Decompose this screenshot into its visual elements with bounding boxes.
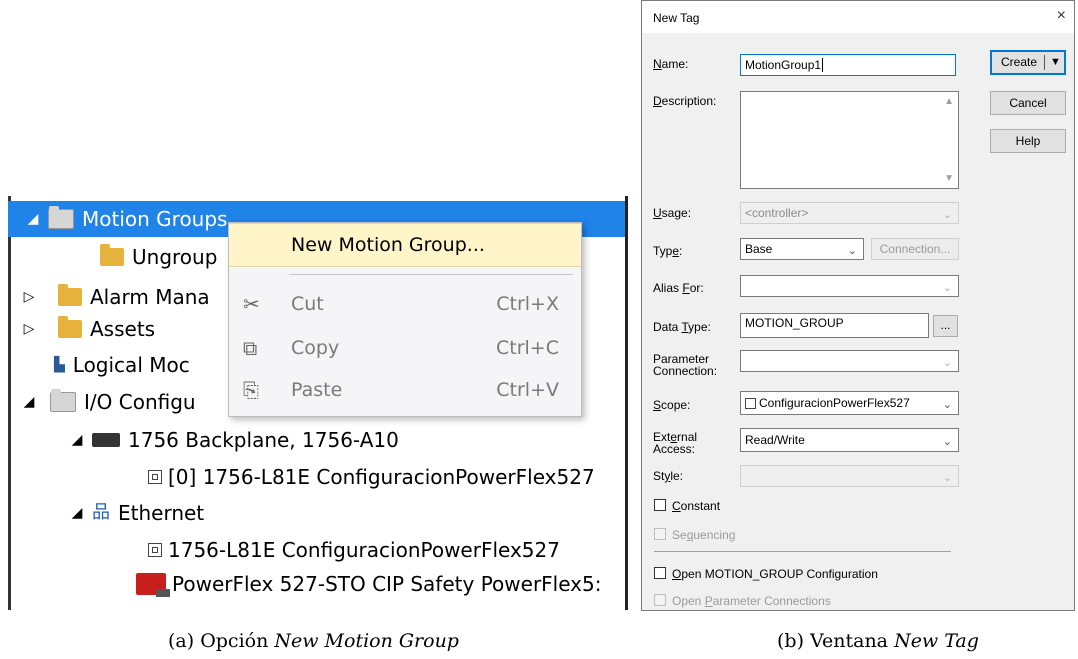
- alias-for-label: Alias For:: [653, 281, 704, 295]
- open-parameter-connections-checkbox[interactable]: [654, 594, 666, 606]
- paste-icon: ⎘: [243, 378, 259, 402]
- parameter-connection-dropdown[interactable]: ⌄: [740, 350, 959, 372]
- open-configuration-label: Open MOTION_GROUP Configuration: [672, 567, 878, 581]
- expand-toggle-icon[interactable]: ◢: [24, 201, 42, 237]
- create-button[interactable]: Create ▼: [990, 50, 1066, 75]
- folder-icon: [58, 316, 82, 338]
- controller-module-icon: [745, 398, 756, 410]
- type-label: Type:: [653, 244, 683, 258]
- menu-item-paste[interactable]: ⎘ Paste Ctrl+V: [229, 369, 581, 411]
- chevron-down-icon: ⌄: [942, 399, 952, 411]
- context-menu: New Motion Group... ✂ Cut Ctrl+X ⧉ Copy …: [228, 222, 582, 417]
- style-dropdown[interactable]: ⌄: [740, 465, 959, 487]
- dialog-title: New Tag: [653, 11, 700, 25]
- chevron-down-icon: ⌄: [942, 209, 952, 221]
- logical-model-icon: ▙: [54, 357, 65, 373]
- parameter-connection-label: Parameter Connection:: [653, 352, 718, 378]
- data-type-input[interactable]: MOTION_GROUP: [740, 313, 929, 338]
- expand-toggle-icon[interactable]: ▷: [20, 311, 38, 347]
- type-dropdown[interactable]: Base ⌄: [740, 238, 864, 260]
- tree-item-label: Ungroup: [132, 245, 218, 269]
- scroll-up-icon[interactable]: ▲: [944, 96, 954, 107]
- new-tag-dialog: New Tag × Name: MotionGroup1 Description…: [641, 0, 1075, 611]
- chevron-down-icon[interactable]: ▼: [1050, 52, 1061, 73]
- tree-item-label: PowerFlex 527-STO CIP Safety PowerFlex5:: [172, 572, 602, 596]
- network-icon: 品: [92, 502, 110, 523]
- menu-item-cut[interactable]: ✂ Cut Ctrl+X: [229, 283, 581, 325]
- controller-module-icon: [148, 470, 162, 484]
- tree-item-backplane[interactable]: ◢ 1756 Backplane, 1756-A10: [68, 422, 399, 458]
- chevron-down-icon: ⌄: [847, 245, 857, 257]
- tree-item-label: I/O Configu: [84, 390, 196, 414]
- tree-item-assets[interactable]: ▷ Assets: [20, 311, 155, 347]
- menu-item-new-motion-group[interactable]: New Motion Group...: [229, 223, 581, 267]
- sequencing-label: Sequencing: [672, 528, 736, 542]
- chevron-down-icon: ⌄: [942, 357, 952, 369]
- usage-label: Usage:: [653, 206, 692, 220]
- dialog-titlebar: New Tag ×: [642, 1, 1074, 33]
- folder-icon: [50, 389, 76, 412]
- data-type-label: Data Type:: [653, 320, 711, 334]
- folder-icon: [100, 244, 124, 266]
- tree-item-logical-model[interactable]: ▙ Logical Moc: [54, 347, 190, 383]
- tree-item-label: Assets: [90, 317, 156, 341]
- cut-icon: ✂: [243, 292, 260, 316]
- tree-item-label: Logical Moc: [72, 353, 190, 377]
- tree-item-label: Ethernet: [118, 501, 205, 525]
- expand-toggle-icon[interactable]: ◢: [68, 422, 86, 458]
- external-access-label: External Access:: [653, 430, 698, 456]
- tree-item-ethernet-controller[interactable]: 1756-L81E ConfiguracionPowerFlex527: [148, 532, 560, 568]
- tree-item-alarm-manager[interactable]: ▷ Alarm Mana: [20, 279, 210, 315]
- tree-item-label: 1756-L81E ConfiguracionPowerFlex527: [168, 538, 560, 562]
- menu-separator: [289, 274, 573, 275]
- constant-checkbox[interactable]: [654, 499, 666, 511]
- caption-a: (a) Opción New Motion Group: [168, 630, 459, 652]
- chevron-down-icon: ⌄: [942, 282, 952, 294]
- tree-item-label: Alarm Mana: [90, 285, 210, 309]
- expand-toggle-icon[interactable]: ▷: [20, 279, 38, 315]
- backplane-icon: [92, 433, 120, 447]
- name-label: Name:: [653, 57, 689, 71]
- controller-module-icon: [148, 543, 162, 557]
- tree-item-label: [0] 1756-L81E ConfiguracionPowerFlex527: [168, 465, 595, 489]
- sequencing-checkbox[interactable]: [654, 528, 666, 540]
- constant-label: Constant: [672, 499, 721, 513]
- external-access-dropdown[interactable]: Read/Write ⌄: [740, 428, 959, 452]
- chevron-down-icon: ⌄: [942, 472, 952, 484]
- open-configuration-checkbox[interactable]: [654, 567, 666, 579]
- scroll-down-icon[interactable]: ▼: [944, 173, 954, 184]
- style-label: Style:: [653, 469, 684, 483]
- tree-item-label: Motion Groups: [82, 207, 228, 231]
- menu-item-copy[interactable]: ⧉ Copy Ctrl+C: [229, 327, 581, 369]
- tree-item-powerflex-drive[interactable]: PowerFlex 527-STO CIP Safety PowerFlex5:: [136, 566, 601, 602]
- dropdown-divider: [1044, 55, 1045, 70]
- expand-toggle-icon[interactable]: ◢: [68, 495, 86, 531]
- tree-item-label: 1756 Backplane, 1756-A10: [128, 428, 399, 452]
- folder-icon: [58, 284, 82, 306]
- folder-icon: [48, 206, 74, 229]
- connection-button[interactable]: Connection...: [871, 238, 959, 260]
- browse-data-type-button[interactable]: ...: [933, 315, 958, 337]
- help-button[interactable]: Help: [990, 129, 1066, 153]
- expand-toggle-icon[interactable]: ◢: [20, 384, 38, 420]
- cancel-button[interactable]: Cancel: [990, 91, 1066, 115]
- close-icon[interactable]: ×: [1057, 7, 1066, 25]
- tree-item-controller-slot0[interactable]: [0] 1756-L81E ConfiguracionPowerFlex527: [148, 459, 595, 495]
- name-input[interactable]: MotionGroup1: [740, 54, 956, 76]
- drive-icon: [136, 573, 170, 597]
- divider: [654, 551, 951, 552]
- copy-icon: ⧉: [243, 336, 258, 360]
- tree-item-ungrouped[interactable]: Ungroup: [100, 239, 217, 275]
- usage-dropdown[interactable]: <controller> ⌄: [740, 202, 959, 224]
- alias-for-dropdown[interactable]: ⌄: [740, 275, 959, 297]
- scope-label: Scope:: [653, 398, 691, 412]
- tree-item-io-configuration[interactable]: ◢ I/O Configu: [20, 384, 196, 420]
- scope-dropdown[interactable]: ConfiguracionPowerFlex527 ⌄: [740, 391, 959, 415]
- tree-item-ethernet[interactable]: ◢ 品 Ethernet: [68, 495, 205, 531]
- description-input[interactable]: ▲ ▼: [740, 91, 959, 189]
- caption-b: (b) Ventana New Tag: [777, 630, 979, 652]
- description-label: Description:: [653, 94, 717, 108]
- open-parameter-connections-label: Open Parameter Connections: [672, 594, 831, 608]
- chevron-down-icon: ⌄: [942, 436, 952, 448]
